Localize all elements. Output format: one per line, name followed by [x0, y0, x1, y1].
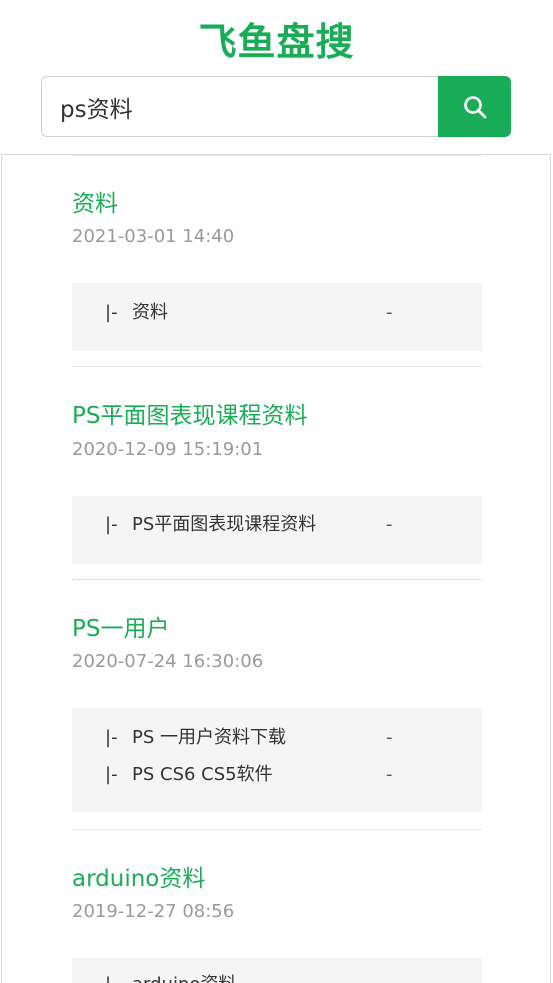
result-date: 2020-12-09 15:19:01 [72, 439, 264, 460]
divider [72, 829, 482, 830]
result-date: 2021-03-01 14:40 [72, 226, 235, 247]
result-title[interactable]: 资料 [72, 189, 118, 219]
file-size: - [386, 764, 393, 785]
file-list: |- PS 一用户资料下载 - |- PS CS6 CS5软件 - [72, 708, 482, 812]
file-row: |- arduino资料 - [72, 972, 482, 983]
search-bar [41, 76, 511, 137]
file-tree-prefix: |- [105, 764, 118, 785]
file-row: |- 资料 - [72, 300, 482, 326]
search-input[interactable] [41, 76, 438, 137]
file-size: - [386, 514, 393, 535]
divider [72, 579, 482, 580]
file-size: - [386, 972, 393, 983]
result-title[interactable]: arduino资料 [72, 864, 205, 894]
result-title[interactable]: PS一用户 [72, 614, 169, 644]
divider [72, 366, 482, 367]
result-date: 2020-07-24 16:30:06 [72, 651, 264, 672]
brand-title: 飞鱼盘搜 [198, 20, 355, 64]
result-title[interactable]: PS平面图表现课程资料 [72, 401, 307, 431]
file-row: |- PS CS6 CS5软件 - [72, 762, 482, 788]
file-tree-prefix: |- [105, 302, 118, 323]
app-screen: 飞鱼盘搜 资料 2021-03-01 14:40 |- 资料 - PS平面图表现… [0, 0, 553, 983]
file-name: PS平面图表现课程资料 [132, 514, 317, 535]
result-date: 2019-12-27 08:56 [72, 901, 235, 922]
search-button[interactable] [438, 76, 511, 137]
file-name: arduino资料 [132, 972, 236, 983]
file-tree-prefix: |- [105, 972, 118, 983]
file-size: - [386, 727, 393, 748]
search-icon [463, 95, 486, 118]
file-tree-prefix: |- [105, 514, 118, 535]
file-list: |- 资料 - [72, 283, 482, 351]
results-panel [1, 154, 551, 983]
file-size: - [386, 302, 393, 323]
file-list: |- arduino资料 - [72, 958, 482, 983]
file-list: |- PS平面图表现课程资料 - [72, 496, 482, 564]
file-row: |- PS 一用户资料下载 - [72, 725, 482, 751]
file-tree-prefix: |- [105, 727, 118, 748]
divider [72, 155, 482, 156]
file-name: PS 一用户资料下载 [132, 727, 287, 748]
file-name: 资料 [132, 302, 168, 323]
file-name: PS CS6 CS5软件 [132, 764, 273, 785]
file-row: |- PS平面图表现课程资料 - [72, 512, 482, 538]
